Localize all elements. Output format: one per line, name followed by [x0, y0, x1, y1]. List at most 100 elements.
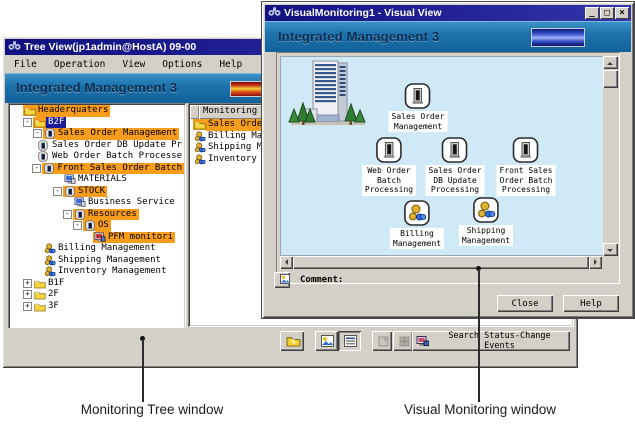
- scroll-left-button[interactable]: [280, 256, 293, 269]
- close-button[interactable]: Close: [497, 295, 553, 312]
- tree-item[interactable]: -Resources: [10, 209, 184, 221]
- folder-icon: [33, 301, 46, 312]
- scrollbar-thumb[interactable]: [603, 70, 618, 88]
- search-button-label: Search Status-Change Events: [433, 331, 566, 351]
- search-status-change-events-button[interactable]: Search Status-Change Events: [412, 331, 570, 351]
- tree-item[interactable]: -Shipping Management: [10, 255, 184, 267]
- building-node-icon: [376, 137, 402, 163]
- visual-monitoring-window-label: Visual Monitoring window: [396, 402, 564, 417]
- visual-monitoring-window: VisualMonitoring1 - Visual View _□× Inte…: [262, 2, 634, 318]
- tree-item[interactable]: +2F: [10, 289, 184, 301]
- tree-item-label: Sales Order DB Update Pr: [50, 140, 184, 152]
- tree-item-label: Business Service: [86, 197, 177, 209]
- tree-item[interactable]: -B2F: [10, 117, 184, 129]
- visual-node[interactable]: ShippingManagement: [459, 197, 513, 246]
- tree-item-label: Billing Management: [56, 243, 158, 255]
- visual-view-toggle-button[interactable]: [315, 331, 338, 351]
- menu-help[interactable]: Help: [219, 59, 242, 70]
- group-icon: [43, 128, 56, 139]
- group-icon: [83, 220, 96, 231]
- menu-file[interactable]: File: [14, 59, 37, 70]
- callout-line-right: [478, 269, 480, 402]
- callout-line-left: [142, 339, 144, 402]
- tree-item[interactable]: -PFM monitori: [10, 232, 184, 244]
- building-node-icon: [442, 137, 468, 163]
- collapse-icon[interactable]: -: [23, 118, 32, 127]
- collapse-icon[interactable]: -: [53, 187, 62, 196]
- tree-item-label: 3F: [46, 301, 61, 313]
- visual-window-banner: Integrated Management 3: [265, 21, 631, 52]
- visual-node-label: Sales OrderDB UpdateProcessing: [426, 165, 485, 196]
- group-icon: [37, 140, 50, 151]
- cluster-node-icon: [404, 200, 430, 226]
- tree-item[interactable]: + B1F: [10, 278, 184, 290]
- expand-icon[interactable]: +: [23, 279, 32, 288]
- visual-node[interactable]: Sales OrderManagement: [389, 83, 448, 132]
- image-view-icon: [321, 335, 332, 347]
- tree-item[interactable]: -OS: [10, 220, 184, 232]
- node-legend-button[interactable]: [280, 331, 304, 351]
- visual-node[interactable]: BillingManagement: [390, 200, 444, 249]
- menu-options[interactable]: Options: [162, 59, 202, 70]
- visual-view-canvas[interactable]: Sales OrderManagement Web OrderBatchProce…: [280, 56, 604, 256]
- visual-node-label: Front SalesOrder BatchProcessing: [497, 165, 556, 196]
- tree-item-label: Front Sales Order Batch: [55, 163, 184, 175]
- group-icon: [73, 209, 86, 220]
- tree-item-label: 2F: [46, 289, 61, 301]
- menu-view[interactable]: View: [122, 59, 145, 70]
- tree-item[interactable]: +3F: [10, 301, 184, 313]
- visual-node[interactable]: Web OrderBatchProcessing: [362, 137, 416, 196]
- list-header-corner: [190, 105, 199, 119]
- tree-item[interactable]: -STOCK: [10, 186, 184, 198]
- expand-icon[interactable]: +: [23, 290, 32, 299]
- scroll-right-button[interactable]: [589, 256, 602, 269]
- tree-item[interactable]: -Sales Order DB Update Pr: [10, 140, 184, 152]
- tree-item[interactable]: -Inventory Management: [10, 266, 184, 278]
- scroll-up-button[interactable]: [603, 56, 618, 69]
- monitor-icon: [73, 197, 86, 208]
- banner-title: Integrated Management 3: [278, 29, 439, 44]
- tree-item[interactable]: -Billing Management: [10, 243, 184, 255]
- tree-item-label: Shipping Management: [56, 255, 163, 267]
- tree-item-label: MATERIALS: [76, 174, 129, 186]
- tree-item[interactable]: -MATERIALS: [10, 174, 184, 186]
- folder-icon: [23, 105, 36, 116]
- scrollbar-thumb[interactable]: [293, 256, 589, 269]
- monitoring-tree-panel: -Headerquaters-B2F-Sales Order Managemen…: [8, 103, 186, 353]
- collapse-icon[interactable]: -: [73, 221, 82, 230]
- group-icon: [42, 163, 55, 174]
- folder-icon: [193, 119, 206, 130]
- tree-item-label: B1F: [46, 278, 66, 290]
- collapse-icon[interactable]: -: [32, 164, 41, 173]
- comment-label: Comment:: [300, 275, 343, 286]
- close-button[interactable]: ×: [615, 7, 629, 19]
- tree-item[interactable]: -Headerquaters: [10, 105, 184, 117]
- list-view-toggle-button[interactable]: [338, 331, 361, 351]
- collapse-icon[interactable]: -: [33, 129, 42, 138]
- tree-item[interactable]: -Business Service: [10, 197, 184, 209]
- tree-item[interactable]: -Sales Order Management: [10, 128, 184, 140]
- collapse-icon[interactable]: -: [63, 210, 72, 219]
- tree-item[interactable]: - Front Sales Order Batch: [10, 163, 184, 175]
- comment-icon-button[interactable]: [274, 272, 290, 288]
- maximize-button[interactable]: □: [600, 7, 614, 19]
- help-button[interactable]: Help: [563, 295, 619, 312]
- monitor-icon: [63, 174, 76, 185]
- scroll-down-button[interactable]: [603, 243, 618, 256]
- visual-node[interactable]: Sales OrderDB UpdateProcessing: [426, 137, 485, 196]
- menu-operation[interactable]: Operation: [54, 59, 105, 70]
- banner-title: Integrated Management 3: [16, 80, 177, 95]
- cluster-icon: [193, 142, 206, 153]
- cluster-icon: [43, 266, 56, 277]
- visual-node[interactable]: Front SalesOrder BatchProcessing: [497, 137, 556, 196]
- visual-horizontal-scrollbar[interactable]: [280, 256, 602, 269]
- visual-window-titlebar[interactable]: VisualMonitoring1 - Visual View _□×: [265, 5, 631, 21]
- expand-tool-button-disabled: [372, 331, 392, 351]
- building-node-icon: [513, 137, 539, 163]
- expand-icon[interactable]: +: [23, 302, 32, 311]
- cluster-node-icon: [473, 197, 499, 223]
- minimize-button[interactable]: _: [585, 7, 599, 19]
- building-node-icon: [405, 83, 431, 109]
- tree-item[interactable]: -Web Order Batch Processe: [10, 151, 184, 163]
- visual-vertical-scrollbar[interactable]: [603, 56, 618, 256]
